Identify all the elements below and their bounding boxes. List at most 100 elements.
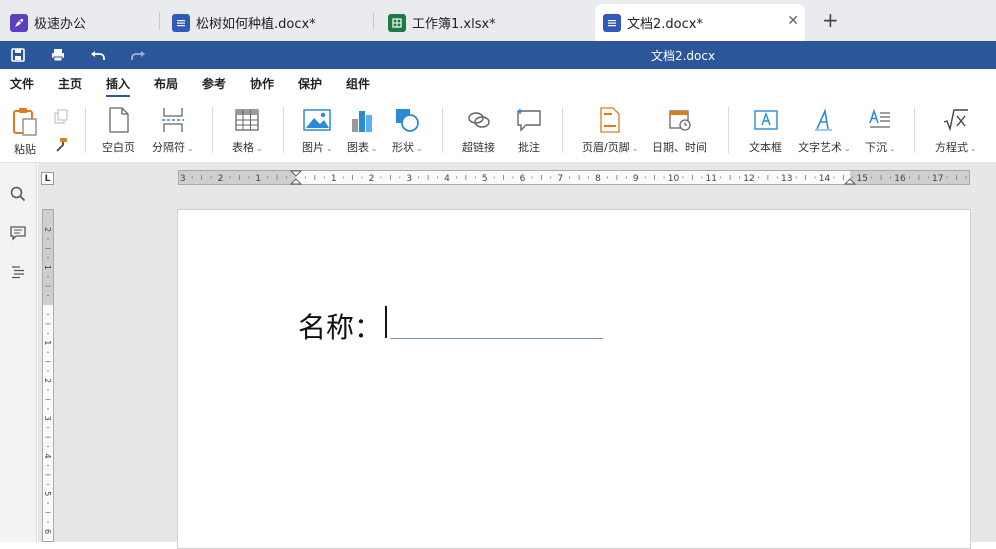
- chart-label: 图表 ⌄: [347, 141, 378, 154]
- text-box-icon: [751, 105, 781, 135]
- tab-doc-2-active[interactable]: 文档2.docx* ✕: [595, 4, 805, 41]
- ruler-writing-area: [296, 170, 850, 185]
- equation-button[interactable]: 方程式 ⌄: [935, 105, 977, 155]
- text-box-button[interactable]: 文本框: [749, 105, 782, 155]
- ruler-label: 5: [482, 174, 488, 184]
- picture-label: 图片 ⌄: [302, 141, 333, 154]
- ruler-label: 5: [43, 491, 52, 496]
- tab-label: 松树如何种植.docx*: [196, 17, 316, 32]
- ruler-label: 2: [43, 227, 52, 232]
- ruler-label: 14: [819, 174, 831, 184]
- ruler-label: 7: [557, 174, 563, 184]
- drop-cap-button[interactable]: 下沉 ⌄: [865, 105, 896, 155]
- ruler-label: 2: [218, 174, 224, 184]
- copy-icon[interactable]: [53, 109, 69, 129]
- link-icon: [464, 105, 494, 135]
- tab-label: 文档2.docx*: [627, 17, 703, 32]
- format-painter-icon[interactable]: [53, 137, 69, 157]
- menu-layout[interactable]: 布局: [154, 75, 178, 92]
- document-page[interactable]: 名称：: [177, 209, 971, 549]
- date-time-button[interactable]: 日期、时间: [652, 105, 707, 155]
- shapes-icon: [392, 105, 422, 135]
- vertical-ruler[interactable]: 2 1 1 2 3 4 5 6: [42, 209, 54, 542]
- drop-cap-icon: [865, 105, 895, 135]
- menu-home[interactable]: 主页: [58, 75, 82, 92]
- field-label-name: 名称：: [298, 311, 383, 344]
- ruler-label: 17: [932, 174, 943, 184]
- ruler-label: 9: [633, 174, 639, 184]
- ruler-label: 8: [595, 174, 601, 184]
- fill-in-underline[interactable]: [390, 338, 603, 339]
- separator-label: 分隔符 ⌄: [152, 141, 194, 154]
- paste-label: 粘贴: [14, 143, 36, 156]
- bar-chart-icon: [347, 105, 377, 135]
- ruler-label: 1: [43, 265, 52, 270]
- calendar-clock-icon: [665, 105, 695, 135]
- equation-icon: [941, 105, 971, 135]
- ruler-label: 3: [43, 416, 52, 421]
- horizontal-ruler[interactable]: 3 2 1 1 2 3 4 5 6 7 8 9 10 11 12 13 14 15 16 17: [178, 170, 970, 185]
- ribbon-insert: 粘贴 空白页 分隔符 ⌄ 表格 ⌄ 图片 ⌄ 图表 ⌄ 形状 ⌄ 超链接 批注 …: [0, 97, 996, 163]
- rocket-icon: [10, 13, 28, 32]
- comment-button[interactable]: 批注: [514, 105, 544, 155]
- hyperlink-label: 超链接: [462, 141, 495, 154]
- search-icon[interactable]: [9, 185, 27, 203]
- table-icon: [232, 105, 262, 135]
- ruler-label: 11: [706, 174, 717, 184]
- blank-page-label: 空白页: [102, 141, 135, 154]
- excel-doc-icon: [388, 13, 406, 32]
- new-tab-button[interactable]: +: [822, 10, 839, 30]
- word-art-button[interactable]: 文字艺术 ⌄: [798, 105, 851, 155]
- ruler-label: 6: [520, 174, 526, 184]
- ribbon-divider: [728, 107, 729, 153]
- comments-icon[interactable]: [9, 224, 27, 242]
- menu-references[interactable]: 参考: [202, 75, 226, 92]
- ribbon-divider: [283, 107, 284, 153]
- menu-insert[interactable]: 插入: [106, 75, 131, 97]
- ruler-label: 1: [255, 174, 261, 184]
- picture-button[interactable]: 图片 ⌄: [302, 105, 333, 155]
- ribbon-divider: [442, 107, 443, 153]
- menu-collaborate[interactable]: 协作: [250, 75, 274, 92]
- word-art-icon: [809, 105, 839, 135]
- chart-button[interactable]: 图表 ⌄: [347, 105, 378, 155]
- close-tab-icon[interactable]: ✕: [787, 13, 799, 29]
- blank-page-button[interactable]: 空白页: [102, 105, 135, 155]
- comment-icon: [514, 105, 544, 135]
- text-box-label: 文本框: [749, 141, 782, 154]
- header-footer-label: 页眉/页脚 ⌄: [582, 141, 639, 154]
- tab-doc-1[interactable]: 松树如何种植.docx*: [172, 4, 316, 41]
- table-label: 表格 ⌄: [232, 141, 263, 154]
- picture-icon: [302, 105, 332, 135]
- page-break-icon: [158, 105, 188, 135]
- separator-button[interactable]: 分隔符 ⌄: [152, 105, 194, 155]
- menu-components[interactable]: 组件: [346, 75, 370, 92]
- menu-file[interactable]: 文件: [10, 75, 34, 92]
- header-footer-button[interactable]: 页眉/页脚 ⌄: [582, 105, 638, 155]
- text-caret: [385, 306, 387, 338]
- hyperlink-button[interactable]: 超链接: [462, 105, 495, 155]
- ruler-label: 16: [894, 174, 906, 184]
- ruler-label: 10: [668, 174, 680, 184]
- ruler-label: 15: [857, 174, 868, 184]
- ribbon-divider: [212, 107, 213, 153]
- ruler-label: 3: [180, 174, 186, 184]
- ruler-label: 13: [781, 174, 792, 184]
- ruler-label: 4: [43, 453, 52, 458]
- date-time-label: 日期、时间: [652, 141, 707, 154]
- tab-home[interactable]: 极速办公: [10, 4, 86, 41]
- table-button[interactable]: 表格 ⌄: [232, 105, 263, 155]
- menu-protect[interactable]: 保护: [298, 75, 322, 92]
- shape-button[interactable]: 形状 ⌄: [392, 105, 423, 155]
- ruler-label: 2: [369, 174, 375, 184]
- word-art-label: 文字艺术 ⌄: [798, 141, 851, 154]
- comment-label: 批注: [518, 141, 540, 154]
- word-doc-icon: [603, 13, 621, 32]
- tab-label: 工作簿1.xlsx*: [412, 17, 496, 32]
- tab-workbook[interactable]: 工作簿1.xlsx*: [388, 4, 496, 41]
- tab-stop-selector[interactable]: L: [41, 172, 54, 185]
- ribbon-divider: [562, 107, 563, 153]
- navigation-icon[interactable]: [9, 263, 27, 281]
- word-doc-icon: [172, 13, 190, 32]
- paste-button[interactable]: 粘贴: [10, 107, 40, 157]
